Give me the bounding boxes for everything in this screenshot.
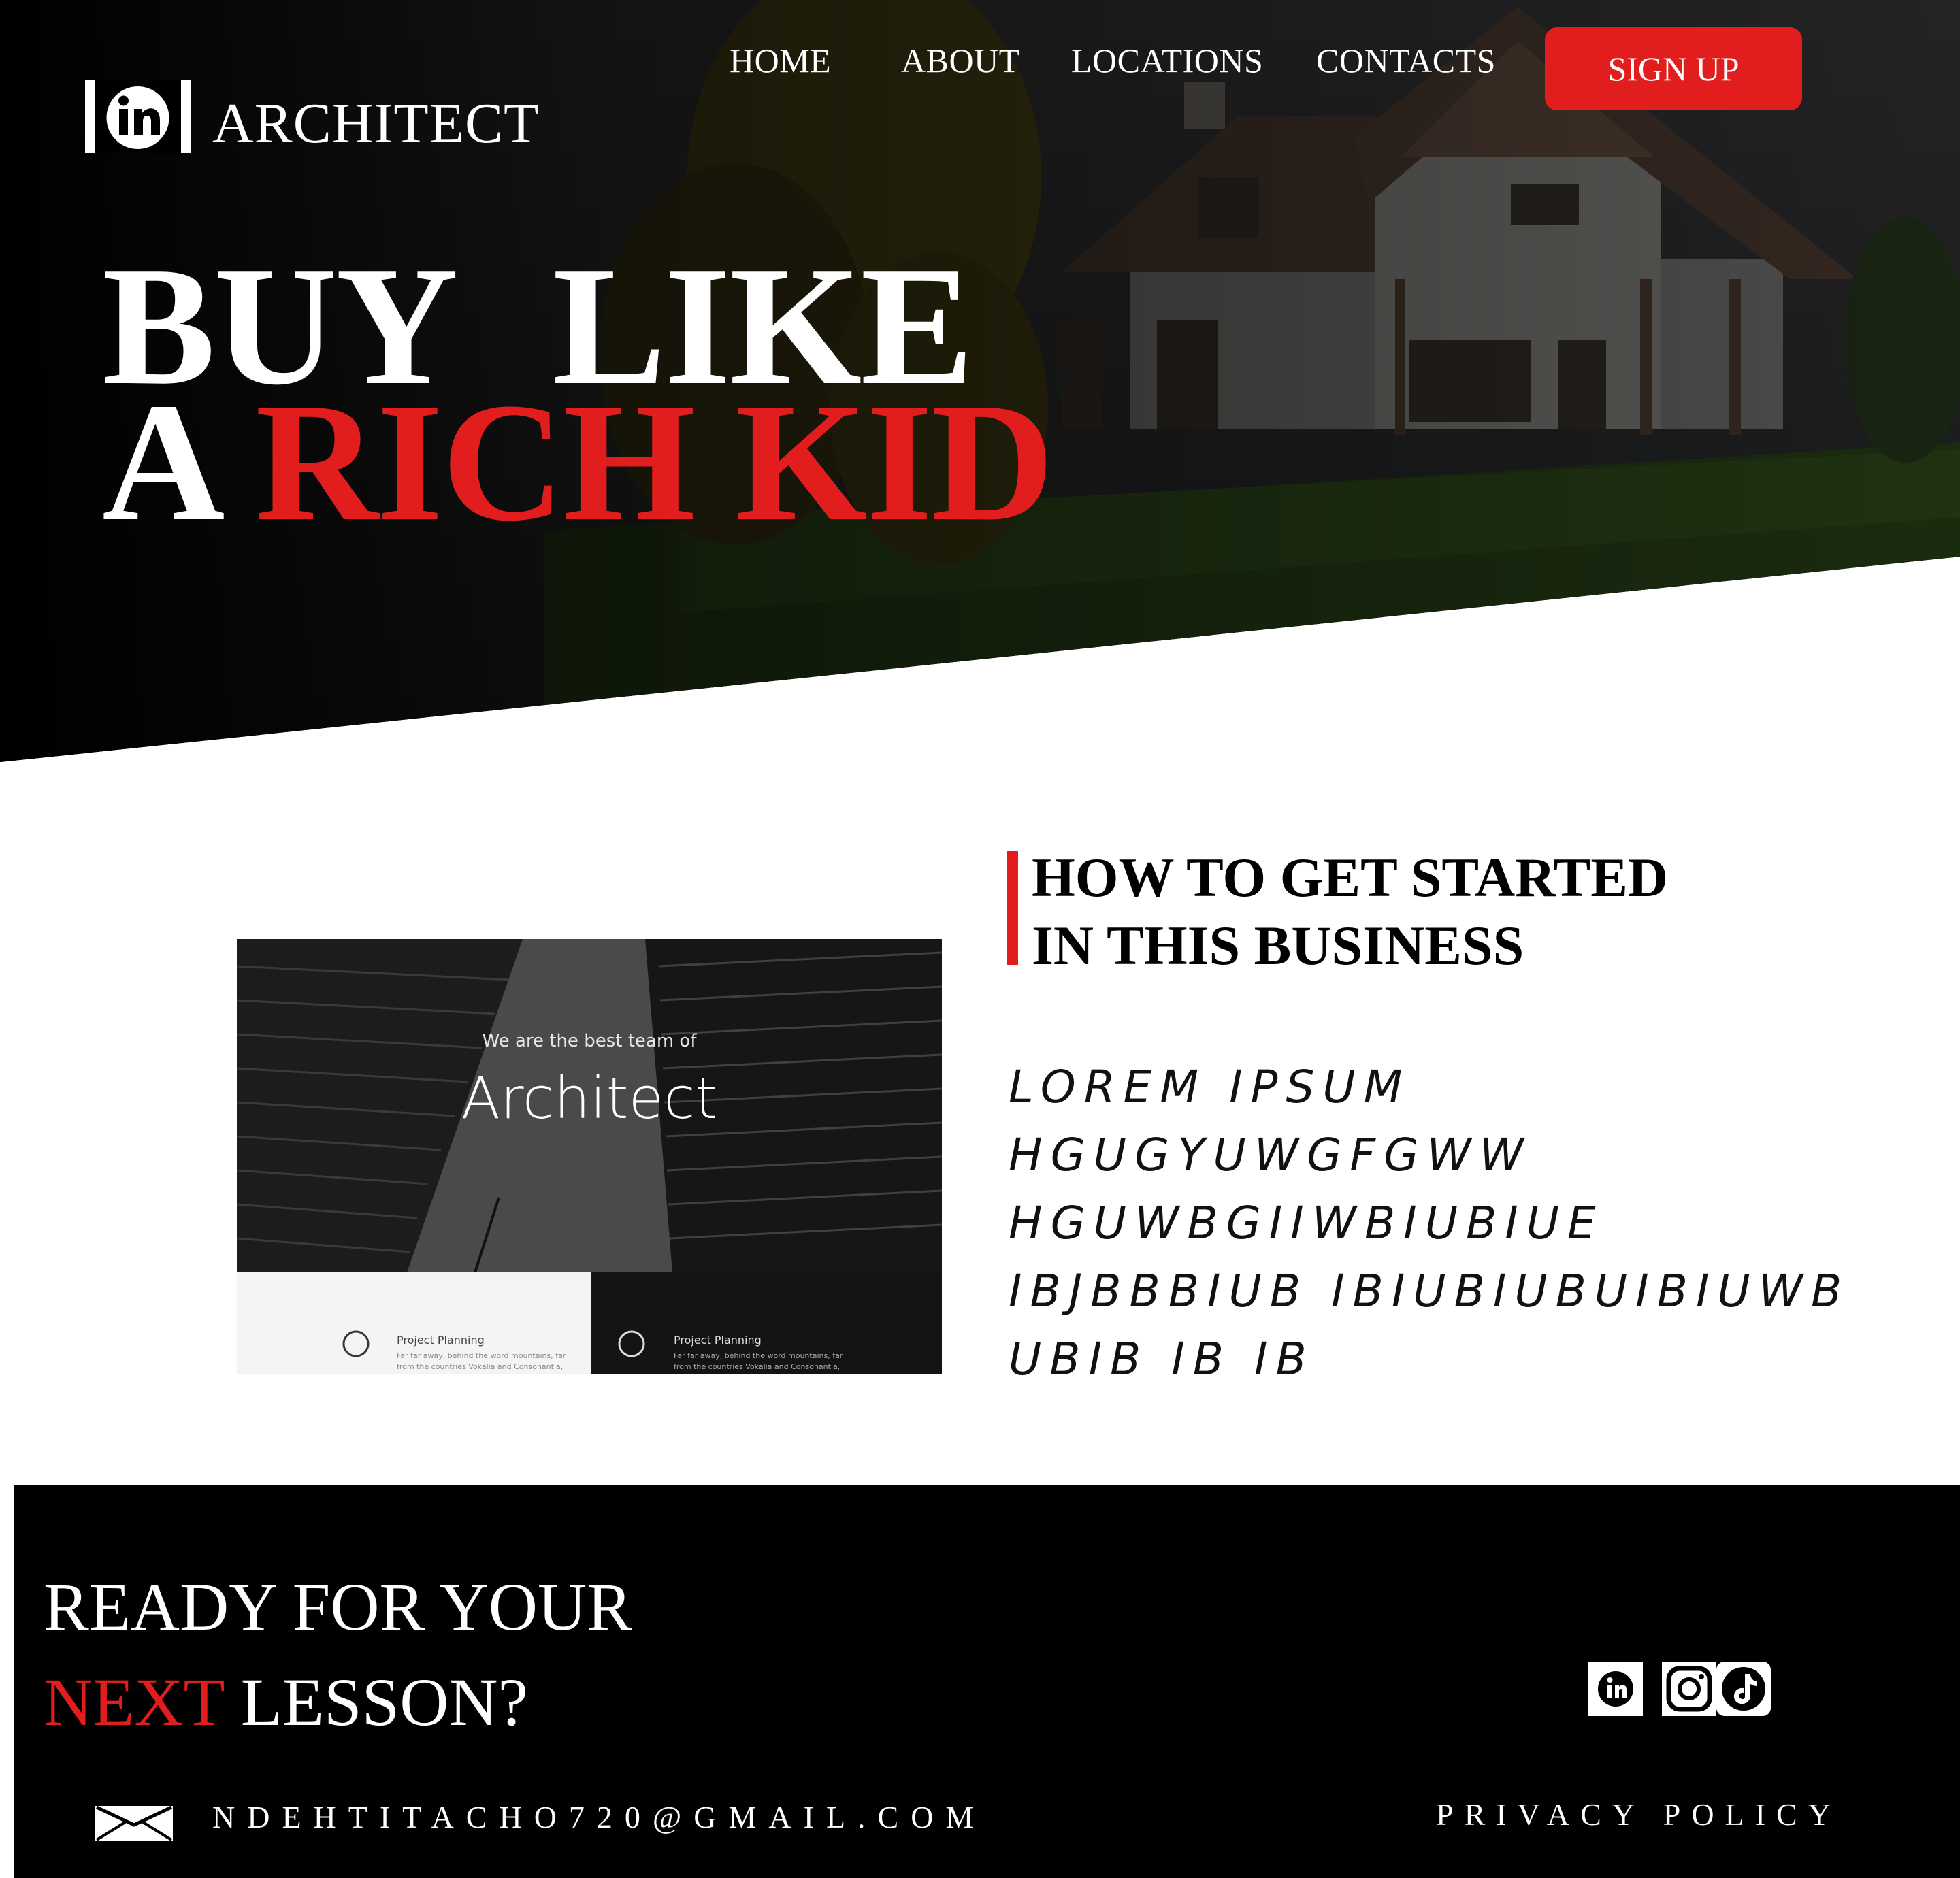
hero-headline: BUY LIKE A RICH KID [102, 242, 1054, 548]
body-line: HGUGYUWGFGWW [1009, 1129, 1532, 1181]
mockup-card-text: Far far away, behind the word mountains,… [674, 1351, 843, 1374]
cta-rest: LESSON? [223, 1664, 529, 1740]
body-line: IBJBBBIUB IBIUBIUBUIBIUWB [1009, 1265, 1850, 1317]
body-line: HGUWBGIIWBIUBIUE [1009, 1197, 1604, 1249]
headline-word-a: A [102, 368, 256, 557]
linkedin-icon[interactable] [1587, 1660, 1644, 1721]
cta-line2: NEXT LESSON? [44, 1655, 632, 1750]
cta-line1: READY FOR YOUR [44, 1569, 632, 1645]
sign-up-button[interactable]: SIGN UP [1545, 27, 1802, 110]
nav-contacts[interactable]: CONTACTS [1316, 44, 1496, 78]
footer-cta-heading: READY FOR YOUR NEXT LESSON? [44, 1560, 632, 1750]
headline-accent: RICH KID [255, 368, 1054, 557]
body-text: LOREM IPSUM HGUGYUWGFGWW HGUWBGIIWBIUBIU… [1009, 1053, 1850, 1394]
mail-icon [94, 1805, 174, 1843]
brand-name[interactable]: ARCHITECT [212, 95, 539, 152]
mockup-subtitle: We are the best team of [482, 1031, 697, 1051]
instagram-icon[interactable] [1661, 1660, 1718, 1721]
mockup-title: Architect [461, 1065, 718, 1132]
tiktok-icon[interactable] [1715, 1660, 1772, 1721]
website-mockup-image: We are the best team of Architect Projec… [237, 939, 942, 1374]
mockup-card-title: Project Planning [397, 1334, 485, 1347]
body-line: UBIB IB IB [1009, 1333, 1315, 1385]
privacy-policy-link[interactable]: PRIVACY POLICY [1436, 1796, 1842, 1832]
hero-section: ARCHITECT HOME ABOUT LOCATIONS CONTACTS … [0, 0, 1960, 762]
nav-home[interactable]: HOME [730, 44, 831, 78]
nav-about[interactable]: ABOUT [901, 44, 1020, 78]
section-accent-bar [1007, 851, 1018, 965]
section-title: HOW TO GET STARTED IN THIS BUSINESS [1032, 844, 1668, 980]
cta-accent: NEXT [44, 1664, 224, 1740]
section-title-line1: HOW TO GET STARTED [1032, 846, 1669, 908]
mockup-card-title: Project Planning [674, 1334, 762, 1347]
footer: READY FOR YOUR NEXT LESSON? NDEHTITACHO7… [14, 1485, 1960, 1878]
section-title-line2: IN THIS BUSINESS [1032, 915, 1524, 976]
in-logo-icon[interactable] [85, 80, 191, 153]
nav-locations[interactable]: LOCATIONS [1071, 44, 1263, 78]
mockup-card-text: Far far away, behind the word mountains,… [397, 1351, 566, 1374]
email-link[interactable]: NDEHTITACHO720@GMAIL.COM [212, 1799, 985, 1835]
body-line: LOREM IPSUM [1009, 1061, 1411, 1113]
